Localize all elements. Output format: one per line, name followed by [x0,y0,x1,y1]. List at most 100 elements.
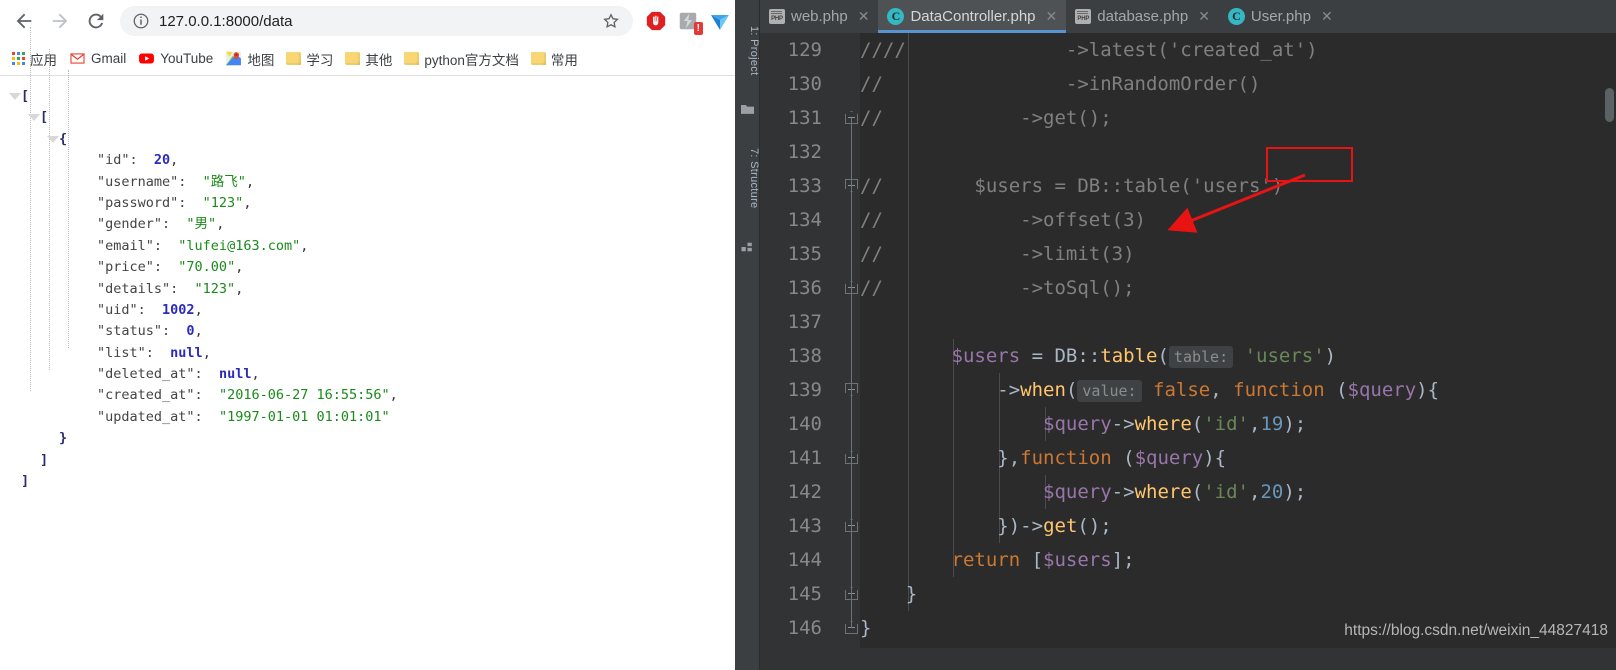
line-number: 135 [787,243,822,265]
code-token: ) [1324,345,1337,367]
json-row-spacer [84,411,97,424]
tool-window-project[interactable]: 1: Project [735,26,760,96]
json-row-spacer [46,432,59,445]
code-editor[interactable]: 129 130 131 132 133 134 135 136 137 138 139 140 141 1… [760,33,1616,670]
code-token: ( [1111,447,1135,469]
address-bar[interactable]: 127.0.0.1:8000/data [120,6,633,36]
code-token: where [1134,481,1192,503]
code-token: (); [1077,515,1112,537]
code-token: ->inRandomOrder() [882,73,1261,95]
editor-tab-bar: PHP web.php ✕ C DataController.php ✕ PHP databa… [760,0,1616,33]
bookmark-apps[interactable]: 应用 [8,46,65,72]
close-icon[interactable]: ✕ [1198,8,1210,25]
code-line[interactable]: // ->limit(3) [860,237,1135,271]
code-token: ( [1324,379,1348,401]
bookmark-folder-python-docs[interactable]: python官方文档 [400,46,527,72]
json-token: [ [40,109,49,126]
close-icon[interactable]: ✕ [1046,8,1058,25]
code-line[interactable]: // ->toSql(); [860,271,1135,305]
json-row-content: [ [40,107,48,128]
code-line[interactable]: // ->inRandomOrder() [860,67,1260,101]
code-line[interactable]: ->when(value: false, function ($query){ [860,373,1439,407]
editor-tab-datacontroller-php[interactable]: C DataController.php ✕ [878,0,1067,33]
reload-button[interactable] [78,3,114,39]
code-line[interactable]: // ->offset(3) [860,203,1146,237]
json-collapsible-row[interactable]: { [0,129,735,150]
json-collapsible-row[interactable]: [ [0,86,735,107]
line-number: 143 [787,515,822,537]
bookmark-folder-frequent[interactable]: 常用 [527,46,586,72]
json-row-content: "id": 20, [97,150,178,171]
editor-tab-web-php[interactable]: PHP web.php ✕ [760,0,878,33]
chevron-down-icon[interactable] [46,133,59,146]
line-number: 146 [787,617,822,639]
diamond-extension-icon[interactable] [705,6,735,36]
json-token: null [170,344,203,361]
folder-icon [345,52,361,65]
back-button[interactable] [6,3,42,39]
bookmark-maps[interactable]: 地图 [221,46,282,72]
bookmark-star-icon[interactable] [601,11,621,31]
close-icon[interactable]: ✕ [858,8,870,25]
code-text-area[interactable]: //// ->latest('created_at')// ->inRandom… [860,33,1616,670]
json-token: "status": [97,323,171,340]
editor-vertical-scrollbar[interactable] [1605,88,1614,122]
code-line[interactable]: })->get(); [860,509,1112,543]
close-icon[interactable]: ✕ [1321,8,1333,25]
json-row-content: { [59,129,67,150]
editor-tab-user-php[interactable]: C User.php ✕ [1219,0,1342,33]
code-token: } [860,617,872,639]
project-folder-icon[interactable] [741,102,754,114]
bookmark-youtube[interactable]: YouTube [134,47,221,70]
fold-region-line [851,186,852,288]
structure-icon[interactable] [741,240,754,252]
code-line[interactable]: //// ->latest('created_at') [860,33,1318,67]
code-line[interactable]: },function ($query){ [860,441,1226,475]
code-token: function [1233,379,1325,401]
code-line[interactable]: $users = DB::table(table: 'users') [860,339,1336,373]
tool-window-structure[interactable]: 7: Structure [735,148,760,234]
chevron-down-icon[interactable] [27,111,40,124]
apps-grid-icon [12,52,25,65]
code-line[interactable]: $query->where('id',19); [860,407,1306,441]
line-number: 139 [787,379,822,401]
code-token: // [860,175,883,197]
json-row: "deleted_at": null, [0,364,735,385]
code-token: }, [997,447,1021,469]
code-line[interactable]: // ->get(); [860,101,1112,135]
chevron-down-icon[interactable] [8,90,21,103]
editor-tab-database-php[interactable]: PHP database.php ✕ [1066,0,1219,33]
flash-extension-icon[interactable]: ! [673,6,703,36]
code-line[interactable]: return [$users]; [860,543,1135,577]
code-line[interactable]: } [860,577,917,611]
code-token: -> [1111,413,1135,435]
bookmark-gmail[interactable]: Gmail [65,47,134,70]
url-text[interactable]: 127.0.0.1:8000/data [159,13,601,30]
json-token: 0 [186,323,195,340]
json-token: "2016-06-27 16:55:56" [218,387,390,404]
json-token: "email": [97,237,163,254]
code-line[interactable]: } [860,611,871,645]
code-line[interactable]: $query->where('id',20); [860,475,1306,509]
json-collapsible-row[interactable]: [ [0,107,735,128]
line-number: 133 [787,175,822,197]
site-info-icon[interactable] [132,12,150,30]
bookmark-folder-study[interactable]: 学习 [282,46,341,72]
code-indent-guide [907,305,909,339]
json-row-content: } [59,428,67,449]
bookmark-folder-other[interactable]: 其他 [341,46,400,72]
code-token: $users [1043,549,1112,571]
line-number-gutter[interactable]: 129 130 131 132 133 134 135 136 137 138 139 140 141 1… [760,33,860,670]
editor-tab-label: web.php [791,8,848,25]
json-row-content: "password": "123", [97,193,251,214]
adblock-extension-icon[interactable] [641,6,671,36]
line-number: 144 [787,549,822,571]
json-row-spacer [27,454,40,467]
forward-button[interactable] [42,3,78,39]
json-row: "updated_at": "1997-01-01 01:01:01" [0,407,735,428]
json-row-content: "price": "70.00", [97,257,243,278]
youtube-icon [139,53,155,64]
